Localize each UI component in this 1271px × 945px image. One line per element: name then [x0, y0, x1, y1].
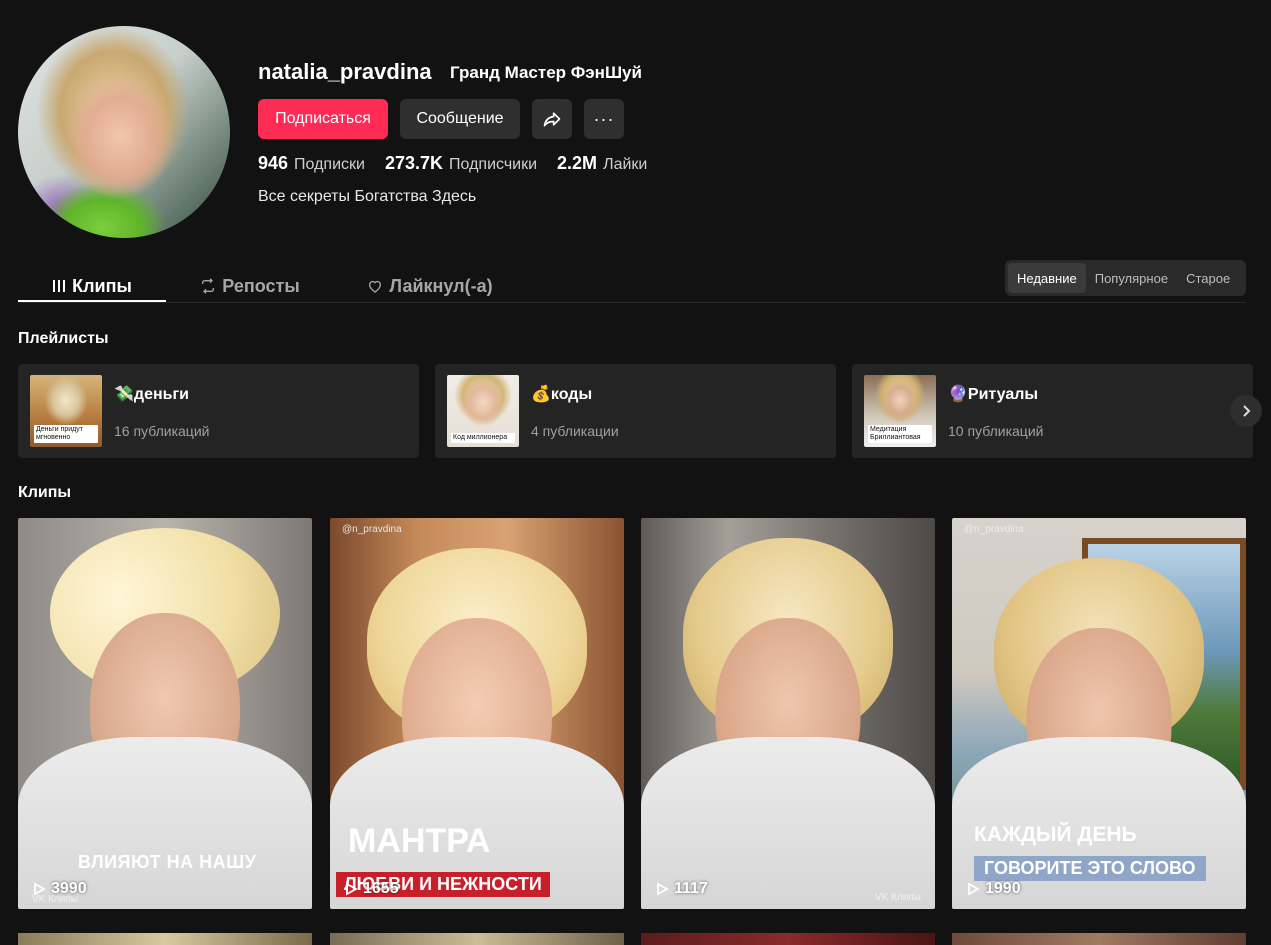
thumbnail-caption: Медитация Бриллиантовая [868, 425, 932, 443]
playlists-next-button[interactable] [1230, 395, 1262, 427]
tab-liked-label: Лайкнул(-а) [389, 275, 493, 296]
repost-icon [202, 278, 215, 294]
tab-clips-label: Клипы [72, 275, 132, 296]
playlist-card[interactable]: Деньги придут мгновенно 💸деньги 16 публи… [18, 364, 419, 458]
playlist-thumbnail: Деньги придут мгновенно [30, 375, 102, 447]
clip-card[interactable]: ВЛИЯЮТ НА НАШУ 3990 VK Клипы [18, 518, 312, 909]
share-button[interactable] [532, 99, 572, 139]
clip-overlay-text: КАЖДЫЙ ДЕНЬ [974, 823, 1137, 846]
play-icon [968, 882, 980, 896]
clip-views: 1990 [966, 880, 1021, 898]
more-button[interactable]: ··· [584, 99, 624, 139]
message-button[interactable]: Сообщение [400, 99, 520, 139]
clip-handle: @n_pravdina [964, 524, 1024, 535]
nickname: Гранд Мастер ФэнШуй [450, 63, 642, 82]
follow-button[interactable]: Подписаться [258, 99, 388, 139]
profile-stats: 946 Подписки 273.7K Подписчики 2.2M Лайки [258, 153, 647, 174]
sort-recent[interactable]: Недавние [1008, 263, 1086, 293]
sort-selector: Недавние Популярное Старое [1005, 260, 1246, 296]
playlist-card[interactable]: Код миллионера 💰коды 4 публикации [435, 364, 836, 458]
vk-watermark: VK Клипы [32, 894, 78, 905]
clip-views: 1655 [344, 880, 399, 898]
clip-card[interactable]: @n_pravdina КАЖДЫЙ ДЕНЬ ГОВОРИТЕ ЭТО СЛО… [952, 518, 1246, 909]
playlist-card[interactable]: Медитация Бриллиантовая 🔮Ритуалы 10 публ… [852, 364, 1253, 458]
share-icon [543, 112, 561, 127]
chevron-right-icon [1243, 405, 1251, 417]
tab-underline [18, 300, 166, 302]
playlist-thumbnail: Код миллионера [447, 375, 519, 447]
clip-overlay-text: МАНТРА [348, 822, 491, 860]
username: natalia_pravdina [258, 59, 432, 84]
clip-card[interactable] [18, 933, 312, 945]
following-stat[interactable]: 946 Подписки [258, 153, 365, 174]
playlist-count: 16 публикаций [114, 423, 210, 439]
playlist-count: 4 публикации [531, 423, 619, 439]
clip-views: 1117 [655, 880, 708, 898]
vk-watermark: VK Клипы [875, 892, 921, 903]
sort-popular[interactable]: Популярное [1086, 263, 1177, 293]
playlist-count: 10 публикаций [948, 423, 1044, 439]
avatar[interactable] [18, 26, 230, 238]
likes-stat: 2.2M Лайки [557, 153, 648, 173]
clip-overlay-text: ВЛИЯЮТ НА НАШУ [78, 852, 257, 872]
clip-handle: @n_pravdina [342, 524, 402, 535]
sort-oldest[interactable]: Старое [1177, 263, 1239, 293]
playlists-title: Плейлисты [18, 330, 109, 347]
bars-icon [53, 280, 66, 292]
playlist-name: 🔮Ритуалы [948, 386, 1039, 403]
clip-overlay-subtext: ГОВОРИТЕ ЭТО СЛОВО [974, 856, 1206, 881]
playlist-name: 💰коды [531, 386, 593, 403]
clip-card[interactable] [952, 933, 1246, 945]
clip-card[interactable] [641, 933, 935, 945]
thumbnail-caption: Деньги придут мгновенно [34, 425, 98, 443]
clip-card[interactable]: 1117 VK Клипы [641, 518, 935, 909]
clip-card[interactable] [330, 933, 624, 945]
playlist-name: 💸деньги [114, 386, 189, 403]
thumbnail-caption: Код миллионера [451, 433, 515, 443]
tabs-divider [18, 302, 1246, 303]
followers-stat[interactable]: 273.7K Подписчики [385, 153, 537, 174]
playlist-thumbnail: Медитация Бриллиантовая [864, 375, 936, 447]
tab-reposts[interactable]: Репосты [180, 270, 320, 302]
clip-card[interactable]: @n_pravdina МАНТРА ЛЮБВИ И НЕЖНОСТИ 1655 [330, 518, 624, 909]
play-icon [657, 882, 669, 896]
bio: Все секреты Богатства Здесь [258, 188, 477, 205]
tab-clips[interactable]: Клипы [18, 270, 166, 302]
tab-liked[interactable]: Лайкнул(-а) [340, 270, 520, 302]
clips-title: Клипы [18, 484, 72, 501]
tab-reposts-label: Репосты [222, 275, 300, 296]
heart-icon [369, 280, 382, 293]
play-icon [346, 882, 358, 896]
